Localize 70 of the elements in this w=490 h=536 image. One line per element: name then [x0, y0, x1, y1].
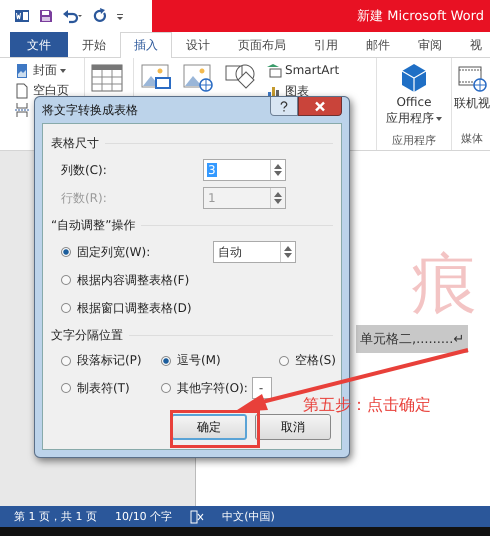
document-text: 单元格二,.........↵ [356, 325, 468, 353]
section-heading: “自动调整”操作 [51, 216, 136, 234]
word-icon[interactable] [14, 8, 30, 24]
close-icon [315, 100, 325, 112]
caret-icon [436, 116, 442, 120]
ribbon-tab[interactable]: 审阅 [404, 32, 456, 57]
ribbon-tab[interactable]: 引用 [300, 32, 352, 57]
smartart-icon [266, 62, 282, 78]
file-tab[interactable]: 文件 [10, 32, 68, 57]
cover-page-icon [14, 62, 30, 78]
spin-down-icon[interactable] [284, 253, 292, 258]
radio-option[interactable]: 制表符(T) [61, 380, 130, 396]
radio-option[interactable]: 空格(S) [279, 352, 336, 369]
radio-option[interactable]: 段落标记(P) [61, 352, 142, 369]
smartart-button[interactable]: SmartArt [285, 63, 340, 77]
radio-button[interactable] [161, 383, 171, 393]
ribbon-tab[interactable]: 页面布局 [224, 32, 300, 57]
redo-icon[interactable] [92, 8, 108, 24]
page-count[interactable]: 第 1 页，共 1 页 [14, 509, 97, 524]
text-field[interactable]: - [252, 377, 272, 399]
caret-icon [60, 68, 66, 72]
radio-option[interactable]: 逗号(M) [161, 352, 221, 369]
blank-page-icon [14, 82, 30, 98]
page-break-icon[interactable] [14, 102, 30, 118]
ribbon-tab[interactable]: 视 [456, 32, 490, 57]
window-title: 新建 Microsoft Word [357, 8, 484, 25]
radio-button[interactable] [161, 356, 171, 366]
field-label: 行数(R): [61, 190, 108, 206]
office-apps-button[interactable]: Office 应用程序 [386, 62, 442, 127]
help-icon [279, 100, 289, 112]
chart-button[interactable]: 图表 [285, 83, 309, 100]
online-video-button[interactable]: 联机视 [454, 62, 490, 112]
spin-up-icon[interactable] [284, 246, 292, 251]
radio-button[interactable] [61, 247, 71, 257]
blank-page-button[interactable]: 空白页 [33, 82, 69, 99]
radio-button[interactable] [61, 383, 71, 393]
number-field[interactable]: 自动 [213, 241, 296, 263]
field-label: 列数(C): [61, 162, 108, 178]
undo-icon[interactable] [62, 8, 84, 24]
ribbon-tab[interactable]: 开始 [68, 32, 120, 57]
close-button[interactable] [298, 97, 342, 116]
cancel-button[interactable]: 取消 [255, 414, 331, 440]
proofing-icon[interactable] [190, 510, 204, 524]
ribbon-tab[interactable]: 邮件 [352, 32, 404, 57]
radio-option[interactable]: 其他字符(O): [161, 380, 248, 396]
cover-page-button[interactable]: 封面 [33, 62, 57, 79]
radio-button[interactable] [61, 303, 71, 313]
table-icon[interactable] [91, 62, 123, 94]
ribbon-tab[interactable]: 设计 [172, 32, 224, 57]
dialog-title: 将文字转换成表格 [42, 102, 138, 118]
radio-button[interactable] [279, 356, 289, 366]
help-button[interactable] [270, 97, 298, 116]
section-heading: 文字分隔位置 [51, 326, 123, 344]
radio-button[interactable] [61, 275, 71, 285]
group-label: 应用程序 [392, 133, 436, 148]
language[interactable]: 中文(中国) [222, 509, 275, 524]
radio-button[interactable] [61, 356, 71, 366]
save-icon[interactable] [38, 8, 54, 24]
group-label: 媒体 [461, 131, 483, 146]
word-count[interactable]: 10/10 个字 [114, 509, 172, 524]
spin-down-icon[interactable] [274, 171, 282, 176]
radio-option[interactable]: 固定列宽(W): [61, 244, 213, 260]
radio-option[interactable]: 根据内容调整表格(F) [61, 272, 213, 288]
ribbon-tab[interactable]: 插入 [120, 32, 172, 58]
spin-up-icon[interactable] [274, 164, 282, 169]
section-heading: 表格尺寸 [51, 134, 99, 152]
watermark-text: 痕 [411, 251, 477, 317]
radio-option[interactable]: 根据窗口调整表格(D) [61, 300, 213, 316]
ok-button[interactable]: 确定 [171, 414, 247, 440]
online-picture-icon[interactable] [182, 62, 214, 94]
